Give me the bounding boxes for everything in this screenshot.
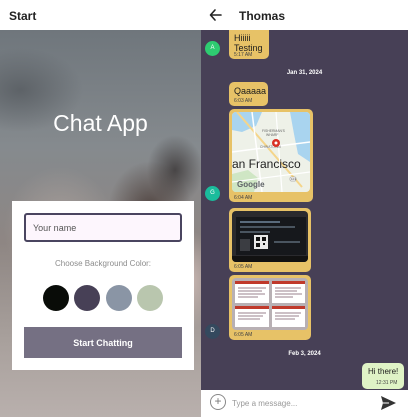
start-card: Choose Background Color: Start Chatting	[12, 201, 194, 370]
photo-image[interactable]	[232, 211, 308, 262]
message-line: Hiiiii	[234, 33, 251, 43]
map-city-label: an Francisco	[232, 157, 301, 171]
map-message-bubble[interactable]: FISHERMAN'S WHARF CHINATOWN 101 an Franc…	[229, 109, 313, 202]
message-text: Hiiiii Testing	[234, 33, 263, 53]
start-screen: Chat App Start Choose Background Color: …	[0, 0, 201, 417]
message-time: 6:04 AM	[234, 195, 253, 201]
name-input[interactable]	[24, 213, 182, 242]
date-separator: Jan 31, 2024	[286, 70, 323, 76]
svg-text:101: 101	[291, 177, 296, 181]
avatar[interactable]: G	[205, 186, 220, 201]
back-arrow-icon[interactable]	[209, 8, 223, 22]
image-message-bubble[interactable]: 6:05 AM	[229, 275, 311, 340]
own-message-bubble[interactable]: Hi there! 12:31 PM	[362, 363, 404, 389]
svg-text:WHARF: WHARF	[266, 133, 278, 137]
chat-title: Thomas	[239, 9, 286, 23]
message-time: 6:05 AM	[234, 264, 253, 270]
color-swatch-black[interactable]	[43, 285, 69, 311]
chat-header: Thomas	[201, 0, 408, 30]
avatar[interactable]: A	[205, 41, 220, 56]
map-image[interactable]: FISHERMAN'S WHARF CHINATOWN 101 an Franc…	[232, 112, 310, 192]
message-bubble[interactable]: Qaaaaa 6:03 AM	[229, 82, 268, 106]
add-attachment-button[interactable]: +	[210, 394, 226, 410]
date-separator: Feb 3, 2024	[288, 351, 321, 357]
google-logo: Google	[237, 180, 265, 189]
document-image[interactable]	[232, 278, 308, 330]
start-chatting-button[interactable]: Start Chatting	[24, 327, 182, 358]
message-time: 6:03 AM	[234, 98, 253, 104]
message-text: Hi there!	[368, 367, 399, 376]
color-swatch-sage[interactable]	[137, 285, 163, 311]
message-input[interactable]	[232, 396, 372, 410]
choose-color-label: Choose Background Color:	[54, 259, 152, 268]
message-time: 6:05 AM	[234, 332, 253, 338]
message-time: 5:17 AM	[234, 52, 253, 58]
start-header-title: Start	[9, 9, 37, 23]
color-swatch-slate[interactable]	[106, 285, 132, 311]
avatar[interactable]: D	[205, 324, 220, 339]
color-swatch-purple[interactable]	[74, 285, 100, 311]
message-composer: +	[201, 390, 408, 417]
plus-icon: +	[214, 394, 222, 408]
chat-screen: Hiiiii Testing 5:17 AM A Jan 31, 2024 Qa…	[201, 0, 408, 417]
app-title: Chat App	[53, 110, 148, 136]
start-header: Start	[0, 0, 201, 30]
message-time: 12:31 PM	[376, 380, 398, 386]
image-message-bubble[interactable]: 6:05 AM	[229, 208, 311, 272]
send-icon[interactable]	[379, 394, 397, 412]
message-text: Qaaaaa	[234, 86, 267, 96]
